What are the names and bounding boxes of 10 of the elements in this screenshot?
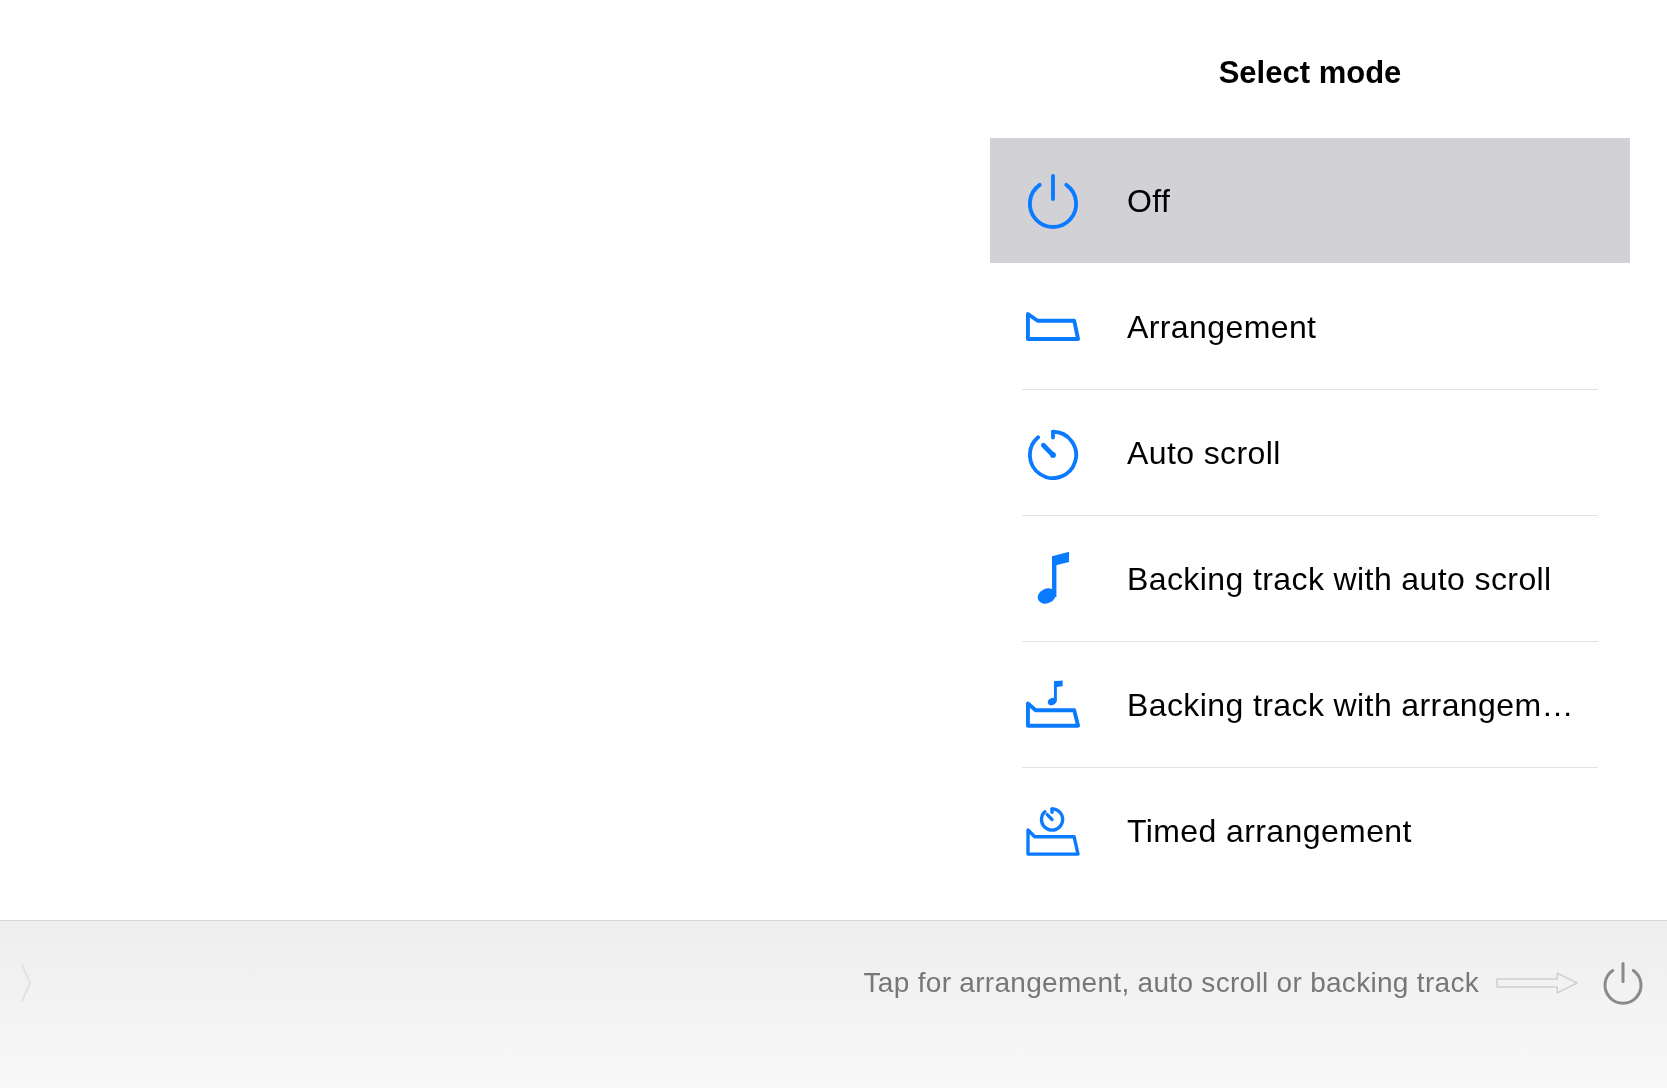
power-icon (1026, 172, 1080, 229)
tray-icon (1026, 312, 1080, 341)
power-icon[interactable] (1602, 961, 1644, 1005)
music-note-icon (1035, 551, 1071, 606)
note-tray-icon (1026, 680, 1080, 729)
mode-option[interactable]: Off (990, 138, 1630, 263)
arrow-right-icon (1496, 972, 1579, 994)
panel-title: Select mode (1218, 53, 1402, 92)
hint-text: Tap for arrangement, auto scroll or backing track (863, 966, 1479, 1000)
timer-tray-icon (1026, 805, 1080, 856)
